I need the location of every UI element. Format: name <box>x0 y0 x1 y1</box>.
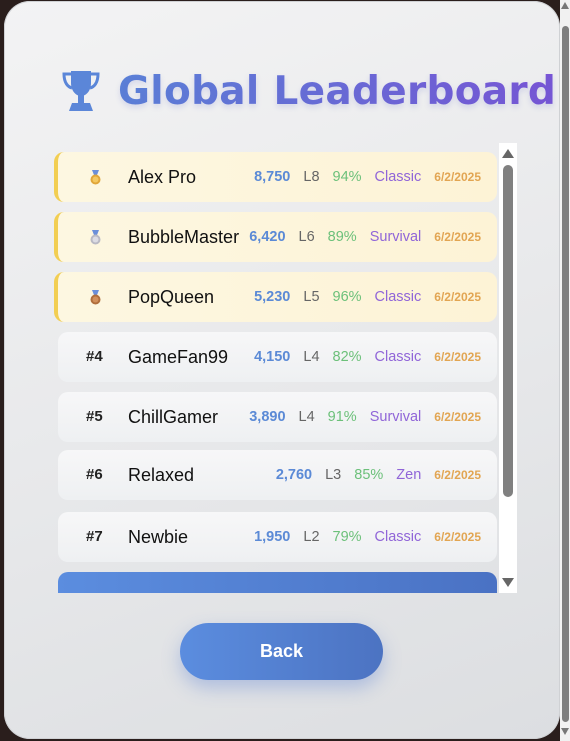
player-mode: Classic <box>374 169 422 185</box>
player-name: Relaxed <box>128 465 195 485</box>
leaderboard-list[interactable]: Alex Pro 8,750 L8 94% Classic 6/2/2025 B… <box>54 143 517 593</box>
player-rank: #6 <box>86 466 103 483</box>
player-date: 6/2/2025 <box>434 410 481 424</box>
title-row: Global Leaderboard <box>60 63 556 119</box>
scroll-up-icon[interactable] <box>561 2 569 9</box>
player-level: L4 <box>303 349 320 365</box>
player-name: Newbie <box>128 527 189 547</box>
leaderboard-row: #7 Newbie 1,950 L2 79% Classic 6/2/2025 <box>58 512 497 562</box>
scroll-down-icon[interactable] <box>502 578 514 587</box>
player-date: 6/2/2025 <box>434 350 481 364</box>
player-accuracy: 94% <box>332 169 362 185</box>
player-stats: 8,750 L8 94% Classic 6/2/2025 <box>254 152 481 202</box>
player-date: 6/2/2025 <box>434 230 481 244</box>
leaderboard-panel: Global Leaderboard Alex Pro 8,750 L8 94%… <box>4 1 560 739</box>
player-score: 4,150 <box>254 349 291 365</box>
player-mode: Survival <box>369 229 422 245</box>
player-stats: 5,230 L5 96% Classic 6/2/2025 <box>254 272 481 322</box>
player-rank: #5 <box>86 408 103 425</box>
player-accuracy: 91% <box>327 409 357 425</box>
player-level: L5 <box>303 289 320 305</box>
player-mode: Classic <box>374 289 422 305</box>
player-accuracy: 85% <box>354 467 384 483</box>
player-level: L3 <box>325 467 342 483</box>
leaderboard-row: #6 Relaxed 2,760 L3 85% Zen 6/2/2025 <box>58 450 497 500</box>
player-date: 6/2/2025 <box>434 170 481 184</box>
player-rank: #7 <box>86 528 103 545</box>
player-name: Alex Pro <box>128 167 197 187</box>
leaderboard-row: #4 GameFan99 4,150 L4 82% Classic 6/2/20… <box>58 332 497 382</box>
player-accuracy: 79% <box>332 529 362 545</box>
page-scrollbar[interactable] <box>560 0 570 741</box>
scroll-thumb[interactable] <box>503 165 513 497</box>
player-score: 2,760 <box>275 467 313 483</box>
gold-medal-icon <box>90 170 101 185</box>
player-name: ChillGamer <box>128 407 219 427</box>
silver-medal-icon <box>90 230 101 245</box>
player-score: 8,750 <box>254 169 291 185</box>
player-name: PopQueen <box>128 287 215 307</box>
player-date: 6/2/2025 <box>434 530 481 544</box>
player-date: 6/2/2025 <box>434 468 481 482</box>
player-stats: 6,420 L6 89% Survival 6/2/2025 <box>249 212 481 262</box>
player-level: L8 <box>303 169 320 185</box>
player-accuracy: 96% <box>332 289 362 305</box>
player-mode: Classic <box>374 529 422 545</box>
leaderboard-row: #5 ChillGamer 3,890 L4 91% Survival 6/2/… <box>58 392 497 442</box>
trophy-icon <box>62 71 100 111</box>
player-score: 3,890 <box>249 409 286 425</box>
player-score: 1,950 <box>254 529 291 545</box>
player-level: L6 <box>298 229 315 245</box>
scroll-down-icon[interactable] <box>561 728 569 735</box>
leaderboard-row: BubbleMaster 6,420 L6 89% Survival 6/2/2… <box>54 212 497 262</box>
player-level: L2 <box>303 529 320 545</box>
leaderboard-row: PopQueen 5,230 L5 96% Classic 6/2/2025 <box>54 272 497 322</box>
page-title: Global Leaderboard <box>118 68 557 114</box>
back-button[interactable]: Back <box>180 623 383 680</box>
player-accuracy: 89% <box>327 229 357 245</box>
player-mode: Classic <box>374 349 422 365</box>
player-accuracy: 82% <box>332 349 362 365</box>
player-date: 6/2/2025 <box>434 290 481 304</box>
player-score: 6,420 <box>249 229 286 245</box>
player-stats: 1,950 L2 79% Classic 6/2/2025 <box>254 512 481 562</box>
player-mode: Zen <box>396 467 422 483</box>
bronze-medal-icon <box>90 290 101 305</box>
player-level: L4 <box>298 409 315 425</box>
player-rank: #4 <box>86 348 103 365</box>
current-player-row <box>58 572 497 593</box>
player-stats: 3,890 L4 91% Survival 6/2/2025 <box>249 392 481 442</box>
player-name: BubbleMaster <box>128 227 240 247</box>
player-score: 5,230 <box>254 289 291 305</box>
player-stats: 4,150 L4 82% Classic 6/2/2025 <box>254 332 481 382</box>
leaderboard-row: Alex Pro 8,750 L8 94% Classic 6/2/2025 <box>54 152 497 202</box>
player-stats: 2,760 L3 85% Zen 6/2/2025 <box>276 450 481 500</box>
list-scrollbar[interactable] <box>499 143 517 593</box>
player-name: GameFan99 <box>128 347 229 367</box>
scroll-up-icon[interactable] <box>502 149 514 158</box>
scroll-thumb[interactable] <box>562 26 569 722</box>
player-mode: Survival <box>369 409 422 425</box>
